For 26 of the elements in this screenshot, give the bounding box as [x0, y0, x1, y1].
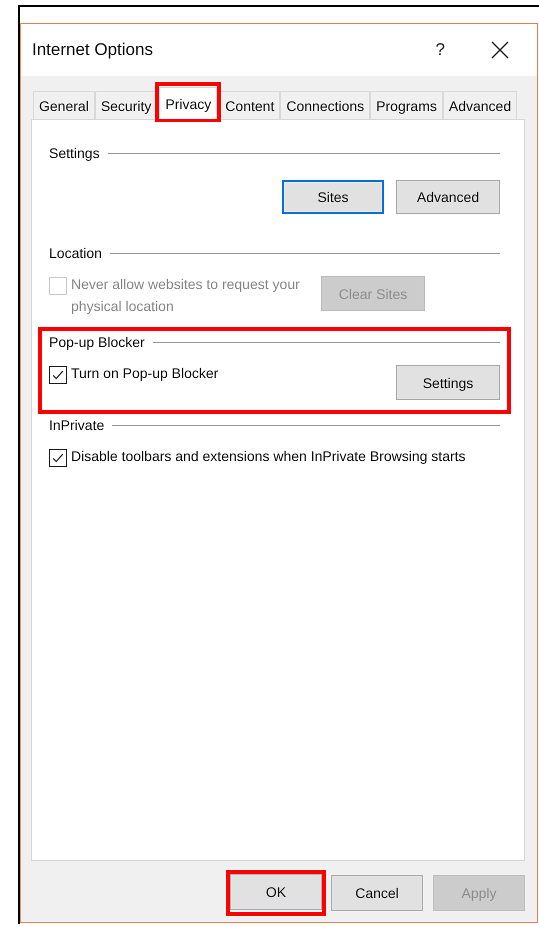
button[interactable]: OK — [230, 874, 322, 910]
checkmark-icon — [51, 451, 65, 465]
button[interactable]: Settings — [396, 365, 500, 400]
checkbox-label: Never allow websites to request your physical location — [71, 275, 301, 316]
checkbox-label: Disable toolbars and extensions when InPrivate Browsing starts — [71, 447, 467, 466]
tab[interactable]: Privacy — [159, 87, 218, 119]
group-heading: Pop-up Blocker — [49, 334, 145, 350]
tab[interactable]: Security — [94, 91, 158, 119]
button[interactable]: Sites — [282, 180, 384, 214]
group-heading: InPrivate — [49, 417, 104, 433]
tab[interactable]: Connections — [280, 91, 370, 119]
checkmark-icon — [51, 368, 65, 382]
help-button[interactable]: ? — [436, 40, 445, 60]
group-heading: Location — [49, 245, 102, 261]
tab[interactable]: Programs — [370, 91, 443, 119]
button[interactable]: Cancel — [331, 875, 423, 911]
tab[interactable]: Content — [219, 91, 280, 119]
group-heading: Settings — [49, 145, 100, 161]
tab[interactable]: General — [33, 91, 95, 119]
button[interactable]: Advanced — [396, 180, 500, 214]
close-icon[interactable] — [491, 41, 509, 59]
tab[interactable]: Advanced — [442, 91, 518, 119]
checkbox[interactable] — [49, 366, 67, 384]
window-title: Internet Options — [32, 40, 154, 60]
checkbox-label: Turn on Pop-up Blocker — [71, 364, 220, 383]
checkbox[interactable] — [49, 449, 67, 467]
